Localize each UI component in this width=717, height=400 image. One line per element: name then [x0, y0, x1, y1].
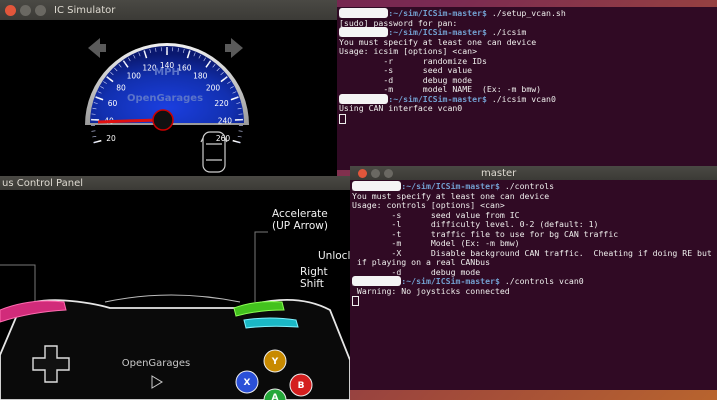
- ic-dashboard: 20406080100120140160180200220240260 MPH …: [0, 20, 337, 176]
- terminal-text: -t traffic file to use for bg CAN traffi…: [352, 228, 619, 239]
- terminal-text: You must specify at least one can device: [352, 190, 550, 201]
- prompt-path: :~/sim/ICSim-master$: [401, 181, 500, 191]
- prompt-path: :~/sim/ICSim-master$: [388, 8, 487, 18]
- prompt-command: ./controls: [499, 181, 555, 191]
- gamepad-top-edge: [104, 294, 241, 303]
- terminal-bottom-title: master: [481, 167, 517, 179]
- minimize-icon[interactable]: [371, 168, 380, 178]
- terminal-text: -s seed value: [339, 65, 473, 75]
- gauge-tick-label: 220: [214, 99, 229, 108]
- left-turn-signal-icon: [88, 38, 106, 58]
- prompt-command: ./controls vcan0: [499, 276, 584, 286]
- close-icon[interactable]: [5, 4, 16, 16]
- terminal-text: -m model NAME (Ex: -m bmw): [339, 84, 542, 94]
- terminal-bottom-titlebar[interactable]: master: [350, 166, 717, 180]
- a-button-label: A: [272, 393, 279, 400]
- maximize-icon[interactable]: [384, 168, 393, 178]
- terminal-text: Usage: icsim [options] <can>: [339, 46, 478, 56]
- prompt-user: pan@ubuntu: [339, 93, 389, 104]
- terminal-top-window: pan@ubuntu:~/sim/ICSim-master$ ./setup_v…: [337, 0, 717, 170]
- gauge-tick-label: 260: [216, 134, 231, 143]
- terminal-output-line: Using CAN interface vcan0: [339, 103, 715, 114]
- terminal-cursor: [339, 113, 346, 124]
- right-shoulder-button[interactable]: [243, 317, 299, 329]
- y-button-label: Y: [271, 357, 279, 367]
- dashboard-brand-label: OpenGarages: [127, 93, 203, 104]
- ic-window-title: IC Simulator: [54, 4, 116, 16]
- prompt-path: :~/sim/ICSim-master$: [401, 276, 500, 286]
- accelerate-label-line1: Accelerate: [272, 208, 328, 220]
- prompt-path: :~/sim/ICSim-master$: [388, 27, 487, 37]
- terminal-cursor: [352, 296, 359, 306]
- prompt-user: pan@ubuntu: [339, 8, 389, 18]
- needle-hub: [152, 109, 174, 131]
- gauge-minor-tick: [237, 135, 242, 138]
- prompt-command: ./icsim vcan0: [486, 93, 556, 104]
- prompt-command: ./icsim: [486, 27, 527, 37]
- terminal-text: -m Model (Ex: -m bmw): [352, 238, 520, 248]
- prompt-command: ./setup_vcan.sh: [486, 8, 566, 18]
- terminal-text: Warning: No joysticks connected: [352, 285, 510, 296]
- close-icon[interactable]: [358, 168, 367, 178]
- terminal-text: Using CAN interface vcan0: [339, 103, 463, 113]
- terminal-text: -s seed value from IC: [352, 209, 520, 220]
- prompt-user: pan@ubuntu: [339, 27, 389, 37]
- gauge-tick-label: 200: [206, 84, 221, 93]
- terminal-text: -d debug mode: [339, 74, 473, 85]
- accelerate-guide-line: [254, 231, 268, 302]
- maximize-icon[interactable]: [35, 4, 46, 16]
- terminal-text: [sudo] password for pan:: [339, 17, 458, 28]
- terminal-text: -d debug mode: [352, 266, 481, 277]
- accelerate-label: Accelerate (UP Arrow): [272, 208, 328, 232]
- terminal-bottom-output[interactable]: pan@ubuntu:~/sim/ICSim-master$ ./control…: [350, 180, 717, 390]
- gauge-tick-label: 180: [193, 71, 208, 80]
- gauge-minor-tick: [92, 135, 97, 138]
- speed-unit-label: MPH: [154, 67, 180, 78]
- terminal-text: -X Disable background CAN traffic. Cheat…: [352, 247, 717, 258]
- gauge-tick-label: 100: [127, 71, 142, 80]
- terminal-output-line: Warning: No joysticks connected: [352, 285, 715, 297]
- control-panel-title: us Control Panel: [2, 177, 84, 189]
- terminal-cursor-line: [339, 113, 715, 124]
- terminal-text: Usage: controls [options] <can>: [352, 200, 505, 210]
- terminal-text: -l difficulty level. 0-2 (default: 1): [352, 219, 599, 229]
- ic-simulator-window: IC Simulator 2040608010012014: [0, 0, 337, 176]
- terminal-cursor-line: [352, 296, 715, 306]
- speed-needle: [97, 118, 159, 124]
- prompt-path: :~/sim/ICSim-master$: [388, 93, 487, 104]
- gauge-tick-label: 60: [108, 99, 118, 108]
- b-button-label: B: [298, 381, 305, 391]
- right-shift-label: Right Shift: [300, 266, 328, 290]
- ic-titlebar[interactable]: IC Simulator: [0, 0, 337, 20]
- prompt-user: pan@ubuntu: [352, 181, 402, 191]
- terminal-text: -r randomize IDs: [339, 55, 487, 66]
- control-panel-titlebar[interactable]: us Control Panel: [0, 176, 350, 190]
- terminal-text: if playing on a real CANbus: [352, 257, 491, 267]
- controller-brand-label: OpenGarages: [122, 358, 191, 369]
- right-turn-signal-icon: [225, 38, 243, 58]
- prompt-user: pan@ubuntu: [352, 276, 402, 286]
- minimize-icon[interactable]: [20, 4, 31, 16]
- control-panel-window: us Control Panel OpenGarages Y X B A Acc…: [0, 176, 350, 400]
- controller-area: OpenGarages Y X B A Accelerate (UP Arrow…: [0, 190, 350, 400]
- terminal-text: You must specify at least one can device: [339, 36, 537, 47]
- gauge-tick-label: 20: [106, 134, 116, 143]
- gauge-tick-label: 80: [116, 84, 126, 93]
- speedometer-svg: 20406080100120140160180200220240260 MPH …: [85, 38, 249, 173]
- unlock-label: Unlocl: [318, 250, 350, 262]
- accelerate-label-line2: (UP Arrow): [272, 220, 328, 232]
- terminal-bottom-window: master pan@ubuntu:~/sim/ICSim-master$ ./…: [350, 166, 717, 390]
- x-button-label: X: [244, 378, 251, 388]
- terminal-top-output[interactable]: pan@ubuntu:~/sim/ICSim-master$ ./setup_v…: [337, 7, 717, 170]
- gauge-tick-label: 240: [218, 116, 233, 125]
- left-guide-line: [0, 264, 36, 302]
